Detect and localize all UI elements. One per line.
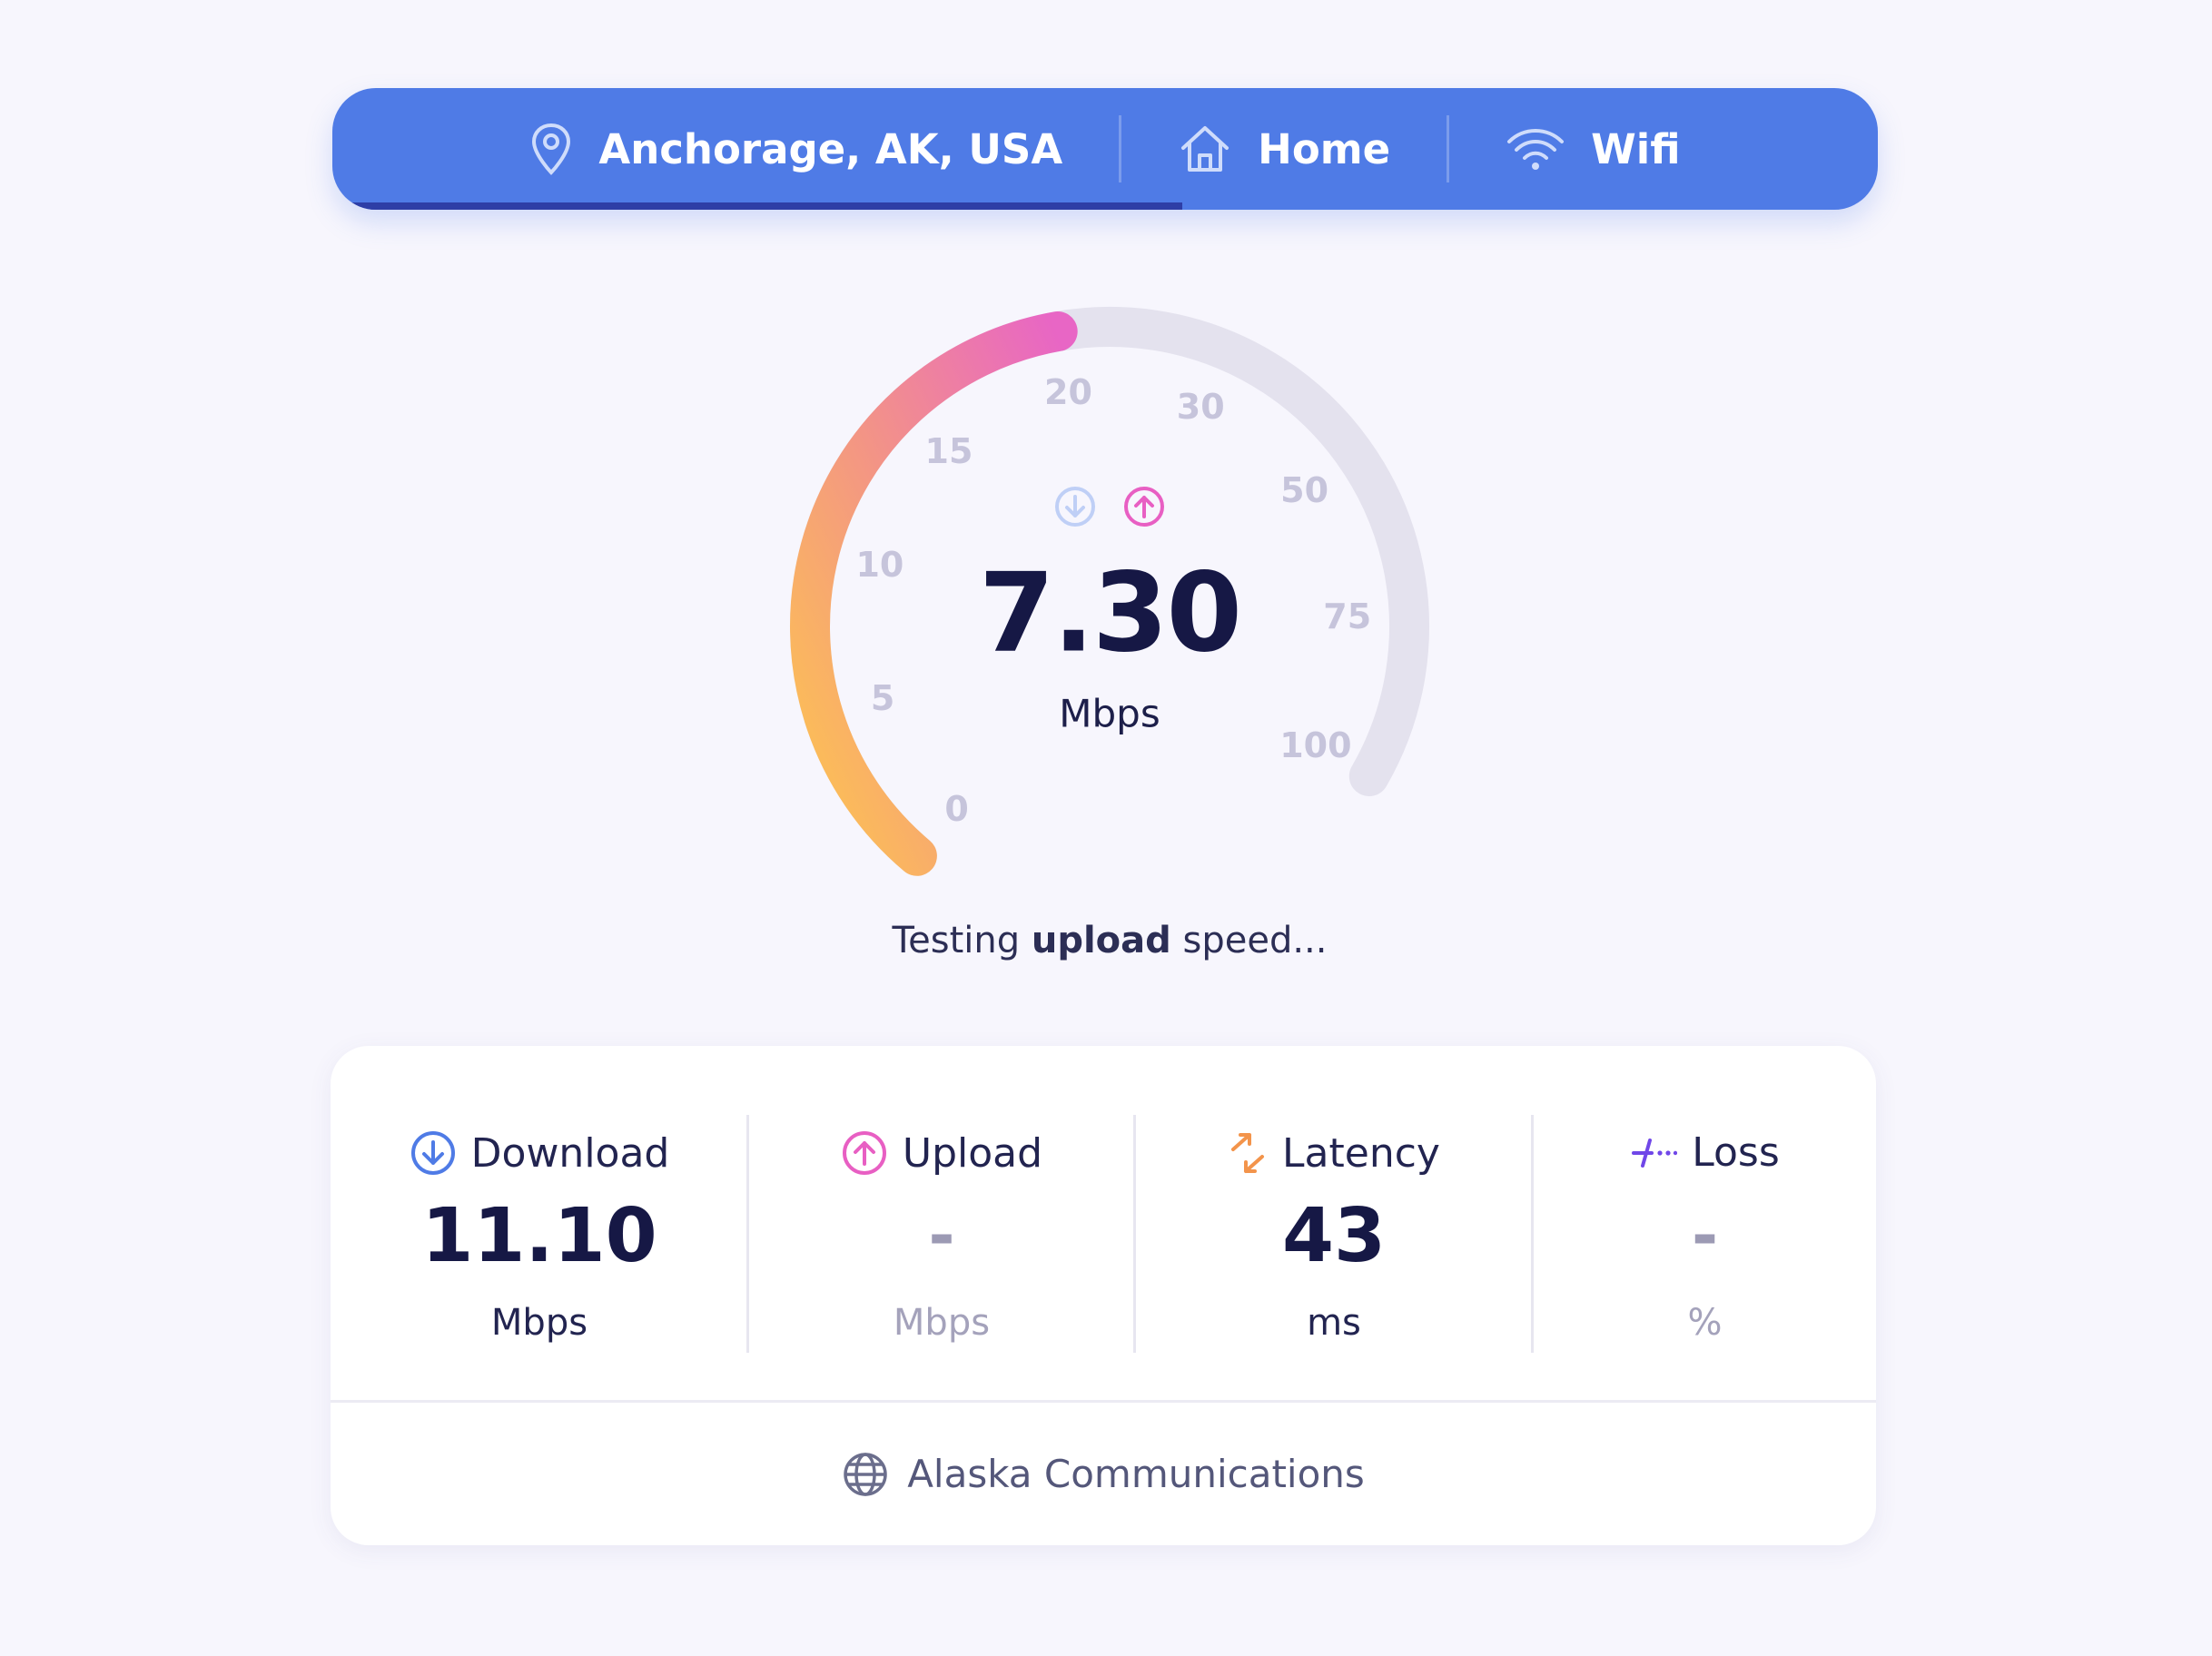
current-speed-value: 7.30 bbox=[978, 550, 1242, 677]
test-status-text: Testing upload speed... bbox=[893, 920, 1328, 961]
gauge-scale-label: 50 bbox=[1280, 469, 1329, 510]
gauge-scale-label: 5 bbox=[870, 677, 895, 718]
globe-icon bbox=[844, 1452, 887, 1496]
loss-unit: % bbox=[1687, 1302, 1723, 1344]
download-unit: Mbps bbox=[490, 1302, 588, 1344]
metrics-row: Download 11.10 Mbps Upload - Mbps Latenc… bbox=[331, 1046, 1876, 1400]
isp-name: Alaska Communications bbox=[907, 1452, 1365, 1496]
gauge-scale-label: 30 bbox=[1176, 386, 1225, 427]
results-card: Download 11.10 Mbps Upload - Mbps Latenc… bbox=[331, 1046, 1876, 1545]
gauge-scale-label: 15 bbox=[924, 430, 973, 471]
gauge-scale-label: 0 bbox=[944, 788, 969, 829]
download-value: 11.10 bbox=[421, 1193, 657, 1279]
upload-unit: Mbps bbox=[893, 1302, 991, 1344]
status-emphasis: upload bbox=[1031, 920, 1171, 961]
upload-value: - bbox=[928, 1198, 955, 1273]
gauge-scale-label: 75 bbox=[1323, 596, 1372, 636]
latency-label: Latency bbox=[1282, 1129, 1440, 1177]
status-suffix: speed... bbox=[1170, 920, 1328, 961]
gauge-scale-label: 100 bbox=[1279, 725, 1352, 765]
isp-row[interactable]: Alaska Communications bbox=[331, 1403, 1876, 1545]
latency-arrows-icon bbox=[1231, 1133, 1265, 1173]
download-arrow-icon bbox=[1055, 487, 1095, 527]
download-metric[interactable]: Download 11.10 Mbps bbox=[331, 1046, 748, 1400]
latency-value: 43 bbox=[1281, 1193, 1387, 1279]
loss-label: Loss bbox=[1692, 1129, 1780, 1176]
gauge-scale-label: 20 bbox=[1044, 371, 1092, 412]
loss-value: - bbox=[1691, 1198, 1719, 1273]
gauge-scale-label: 10 bbox=[855, 545, 904, 586]
download-indicator bbox=[1053, 485, 1097, 532]
upload-arrow-icon bbox=[1124, 487, 1164, 527]
current-speed-unit: Mbps bbox=[1059, 691, 1160, 736]
upload-metric[interactable]: Upload - Mbps bbox=[749, 1046, 1134, 1400]
loss-metric[interactable]: Loss - % bbox=[1534, 1046, 1876, 1400]
upload-arrow-icon bbox=[842, 1131, 886, 1175]
upload-indicator bbox=[1122, 485, 1166, 532]
status-prefix: Testing bbox=[892, 920, 1032, 961]
latency-unit: ms bbox=[1307, 1302, 1361, 1344]
download-arrow-icon bbox=[410, 1131, 455, 1175]
latency-metric[interactable]: Latency 43 ms bbox=[1136, 1046, 1532, 1400]
upload-label: Upload bbox=[902, 1129, 1043, 1177]
packet-loss-icon bbox=[1632, 1138, 1678, 1168]
download-label: Download bbox=[470, 1129, 670, 1177]
